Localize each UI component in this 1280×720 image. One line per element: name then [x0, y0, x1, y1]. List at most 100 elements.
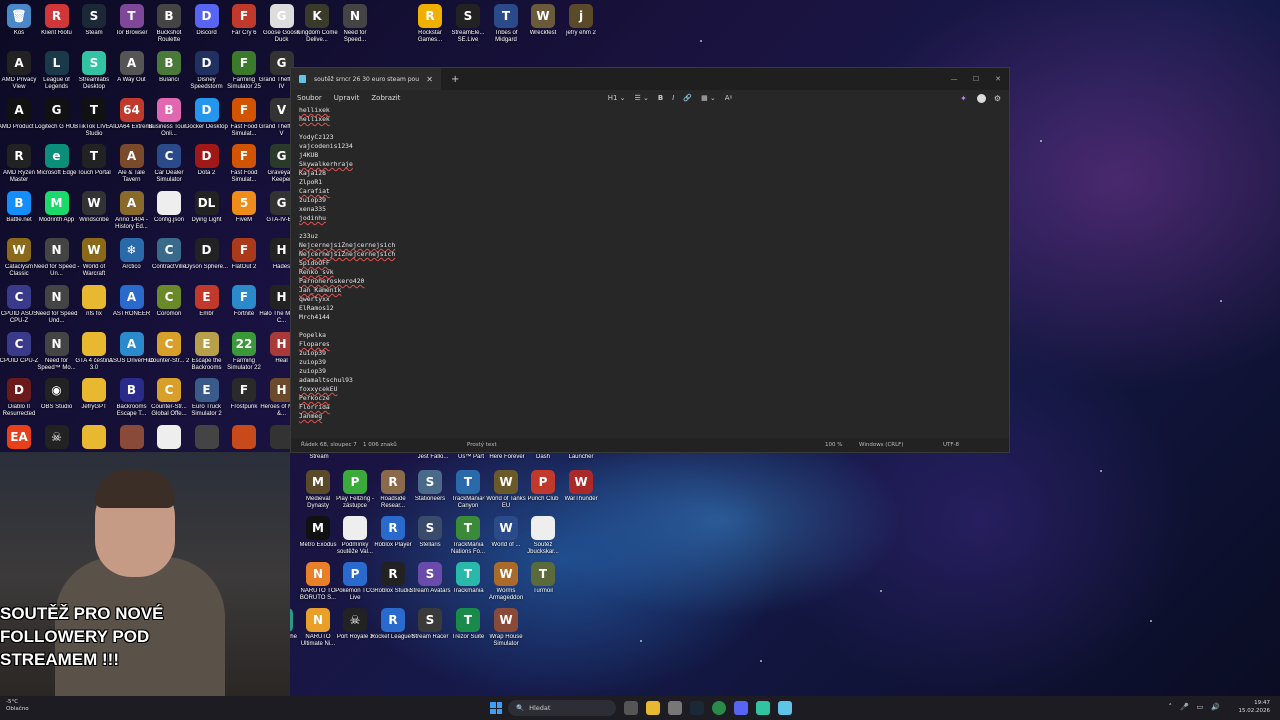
desktop-icon[interactable]: D Disney Speedstorm [188, 50, 226, 91]
desktop-icon[interactable]: E Euro Truck Simulator 2 [188, 378, 226, 418]
desktop-icon[interactable]: 🗑 Koš [0, 4, 38, 44]
desktop-icon-partial[interactable]: Launcher [562, 452, 600, 462]
menu-view[interactable]: Zobrazit [371, 94, 400, 102]
desktop-icon[interactable]: C Counter-Str... 2 [149, 331, 189, 372]
new-tab-button[interactable]: + [451, 74, 459, 85]
desktop-icon[interactable]: Podmínky soutěže Val... [336, 516, 374, 556]
desktop-icon[interactable]: A ASUS DriverHub [109, 331, 154, 372]
desktop-icon[interactable]: A ASTRONEER [113, 284, 151, 325]
desktop-icon[interactable]: D Docker Desktop [185, 97, 228, 138]
start-button[interactable] [490, 702, 502, 714]
desktop-icon[interactable]: P Punch Club [524, 470, 562, 510]
desktop-icon[interactable]: S Streamlabs Desktop [75, 50, 113, 91]
settings-gear-icon[interactable]: ⚙ [994, 94, 1001, 103]
desktop-icon[interactable]: C CPUID ASUS CPU-Z [0, 284, 38, 325]
desktop-icon[interactable]: C ContractVille [150, 238, 188, 278]
notepad-tab[interactable]: soutěž srncr 26 30 euro steam pou ✕ [291, 68, 441, 90]
desktop-icon[interactable]: T Turmoil [524, 562, 562, 602]
menu-file[interactable]: Soubor [297, 94, 322, 102]
microphone-icon[interactable]: 🎤 [1180, 703, 1189, 711]
copilot-icon[interactable]: ✦ [960, 94, 967, 103]
table-dropdown[interactable]: ▦ ⌄ [701, 94, 716, 102]
desktop-icon[interactable]: F Frostpunk [225, 378, 263, 418]
network-icon[interactable]: ▭ [1197, 703, 1204, 711]
desktop-icon[interactable]: C Coromon [150, 284, 188, 325]
desktop-icon-partial[interactable]: Stream [300, 452, 338, 462]
steam-taskbar-icon[interactable] [690, 701, 704, 715]
desktop-icon[interactable]: P Play Fellzing - zástupce [336, 470, 374, 510]
desktop-icon[interactable]: P Pokémon TCG Live [335, 562, 375, 602]
desktop-icon[interactable]: W Wreckfest [524, 4, 562, 44]
desktop-icon[interactable]: F Fast Food Simulat... [225, 144, 263, 184]
desktop-icon[interactable]: 22 Farming Simulator 22 [225, 331, 263, 372]
desktop-icon[interactable]: A Ale & Tale Tavern [113, 144, 151, 184]
editor-text-area[interactable]: hellixek hellixek YodyCz123 vajcodenis1234 j… [291, 106, 1009, 436]
italic-button[interactable]: I [672, 94, 674, 102]
notepad-titlebar[interactable]: soutěž srncr 26 30 euro steam pou ✕ + — … [291, 68, 1009, 90]
desktop-icon-partial[interactable]: Jest Fallo... [414, 452, 452, 462]
desktop-icon[interactable]: S Stream Racer [411, 608, 449, 648]
desktop-icon[interactable]: T TrackMania Nations Fo... [449, 516, 487, 556]
desktop-icon[interactable]: E Escape the Backrooms [188, 331, 226, 372]
text-format[interactable]: Prostý text [467, 442, 497, 448]
desktop-icon[interactable]: B Backrooms Escape T... [113, 378, 151, 418]
weather-widget[interactable]: -5°C Oblačno [6, 699, 29, 713]
desktop-icon[interactable]: B Business Tour - Onli... [148, 97, 190, 138]
desktop-icon[interactable]: T Trackmania [449, 562, 487, 602]
clear-format-icon[interactable]: Aᵡ [725, 94, 732, 102]
desktop-icon[interactable]: E Embr [188, 284, 226, 325]
desktop-icon[interactable]: W WarThunder [562, 470, 600, 510]
tab-close-icon[interactable]: ✕ [426, 75, 433, 84]
account-icon[interactable] [976, 93, 986, 103]
desktop-icon[interactable]: 5 FiveM [225, 191, 263, 231]
desktop-icon[interactable]: D Discord [188, 4, 226, 44]
desktop-icon[interactable]: N Need for Speed - Un... [34, 238, 79, 278]
desktop-icon[interactable]: Soutěž Jbuckskar... [524, 516, 562, 556]
desktop-icon[interactable]: F Far Cry 6 [225, 4, 263, 44]
desktop-icon[interactable]: N Need for Speed Und... [35, 284, 78, 325]
desktop-icon[interactable]: AA Way Out [113, 50, 151, 91]
desktop-icon[interactable]: D Diablo II Resurrected [0, 378, 38, 418]
desktop-icon[interactable]: S Stellaris [411, 516, 449, 556]
desktop-icon[interactable]: Config.json [150, 191, 188, 231]
desktop-icon[interactable]: F Fortnite [225, 284, 263, 325]
desktop-icon[interactable]: F Farming Simulator 25 [225, 50, 263, 91]
desktop-icon[interactable]: A AMD Product ... [0, 97, 40, 138]
desktop-icon[interactable]: j jefry ehm 2 [562, 4, 600, 44]
desktop-icon[interactable]: W Windscribe [75, 191, 113, 231]
desktop-icon[interactable]: S Stream Avatars [410, 562, 450, 602]
desktop-icon[interactable]: T TikTok LIVE Studio [75, 97, 113, 138]
desktop-icon[interactable]: T Tor Browser [113, 4, 151, 44]
close-window-button[interactable]: ✕ [987, 75, 1009, 83]
minimize-button[interactable]: — [943, 75, 965, 83]
desktop-icon[interactable]: T TrackMania² Canyon [449, 470, 487, 510]
file-explorer-icon[interactable] [646, 701, 660, 715]
bold-button[interactable]: B [658, 94, 663, 102]
menu-edit[interactable]: Upravit [334, 94, 360, 102]
desktop-icon[interactable]: W Cataclysm Classic [0, 238, 38, 278]
desktop-icon[interactable]: F Fast Food Simulat... [225, 97, 263, 138]
task-view-icon[interactable] [624, 701, 638, 715]
heading-dropdown[interactable]: H1 ⌄ [608, 94, 626, 102]
tray-chevron-icon[interactable]: ˄ [1168, 703, 1172, 711]
list-dropdown[interactable]: ☰ ⌄ [635, 94, 649, 102]
desktop-icon[interactable]: W World of Warcraft [75, 238, 113, 278]
desktop-icon[interactable]: R Rockstar Games... [411, 4, 449, 44]
desktop-icon[interactable]: ◉ OBS Studio [38, 378, 76, 418]
desktop-icon[interactable]: C Counter-Str... Global Offe... [150, 378, 188, 418]
encoding[interactable]: UTF-8 [943, 442, 959, 448]
desktop-icon[interactable]: K Kingdom Come Delive... [296, 4, 338, 44]
desktop-icon[interactable]: ❄ Arctico [113, 238, 151, 278]
desktop-icon[interactable]: T Trezor Suite [449, 608, 487, 648]
desktop-icon[interactable]: F FlatOut 2 [225, 238, 263, 278]
desktop-icon[interactable]: DL Dying Light [188, 191, 226, 231]
desktop-icon[interactable]: D Dyson Sphere... [185, 238, 228, 278]
desktop-icon[interactable]: N Need for Speed... [336, 4, 374, 44]
desktop-icon[interactable]: R AMD Ryzen Master [0, 144, 38, 184]
desktop-icon[interactable]: T Touch Portal [75, 144, 113, 184]
desktop-icon[interactable]: S StreamEle... SE.Live [449, 4, 487, 44]
desktop-icon[interactable]: C Car Dealer Simulator [150, 144, 188, 184]
desktop-icon[interactable]: W Wrap House Simulator [487, 608, 525, 648]
desktop-icon[interactable]: L League of Legends [38, 50, 76, 91]
desktop-icon[interactable]: ☠ Port Royale 3 [336, 608, 374, 648]
